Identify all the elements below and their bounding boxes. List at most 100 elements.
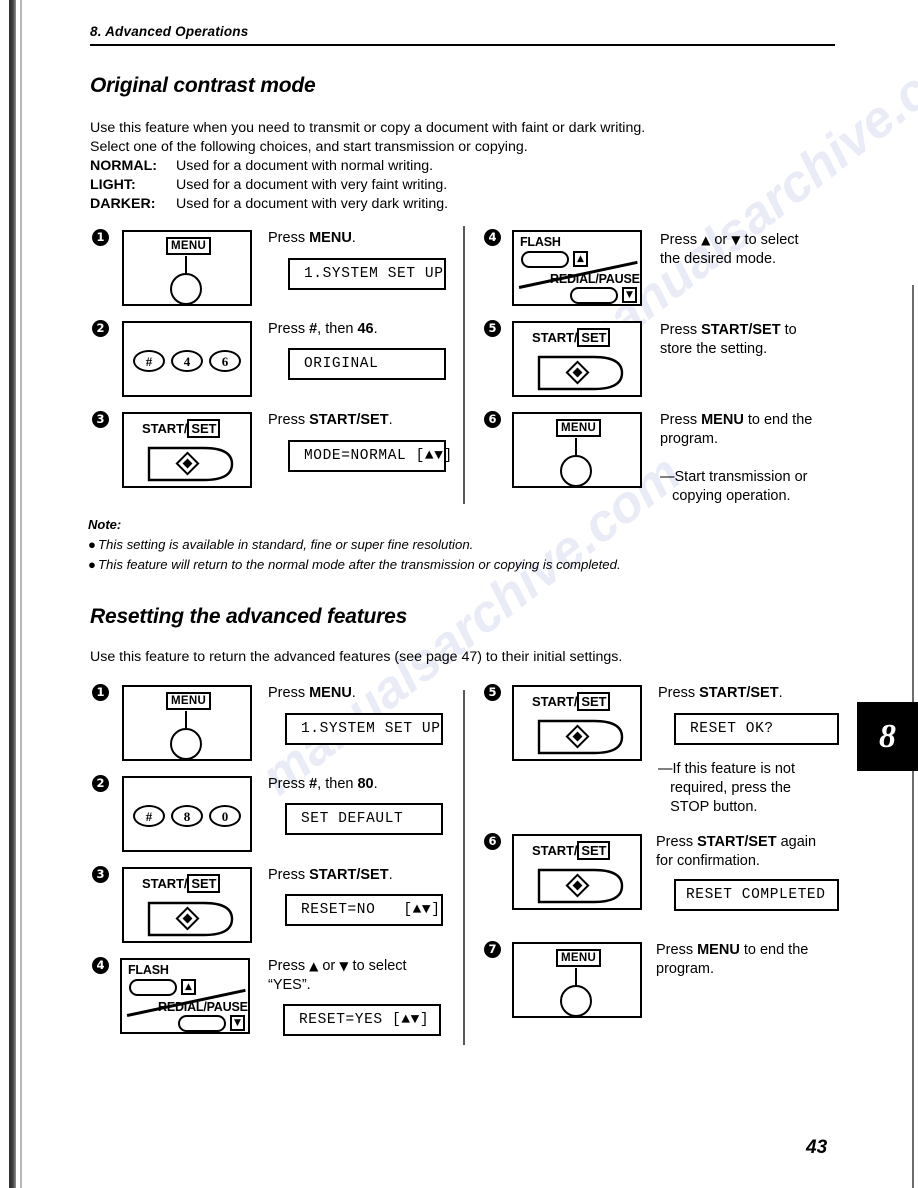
step-instruction: Press ▲ or ▼ to select the desired mode. [660,232,799,267]
device-panel-menu: MENU [512,412,642,488]
keypad-key[interactable]: 8 [171,805,203,827]
step-number: 4 [92,957,109,974]
lcd-display: RESET=NO [▲▼] [285,894,443,926]
startset-button[interactable] [536,354,626,392]
flash-button[interactable] [521,251,569,268]
document-page: manualsarchive.com manualsarchive.com 8.… [0,0,918,1188]
flash-label: FLASH [128,963,169,977]
keypad-key[interactable]: 4 [171,350,203,372]
menu-button[interactable] [170,728,202,760]
device-panel-flash: FLASH ▲ REDIAL/PAUSE ▼ [512,230,642,306]
down-arrow-icon[interactable]: ▼ [230,1015,245,1031]
redial-label: REDIAL/PAUSE [550,272,640,286]
step-instruction: Press START/SET. [268,412,393,428]
redial-button[interactable] [178,1015,226,1032]
menu-stem [185,711,187,728]
column-divider [463,690,465,1045]
startset-label: START/SET [142,419,221,438]
keypad-key-hash[interactable]: # [133,350,165,372]
up-arrow-icon[interactable]: ▲ [573,251,588,267]
menu-button[interactable] [170,273,202,305]
device-panel-keypad: # 4 6 [122,321,252,397]
choice-term: LIGHT: [90,177,136,193]
startset-button[interactable] [146,445,236,483]
device-panel-flash: FLASH ▲ REDIAL/PAUSE ▼ [120,958,250,1034]
lcd-display: RESET OK? [674,713,839,745]
lcd-display: RESET COMPLETED [674,879,839,911]
set-text: SET [577,841,611,860]
start-text: START/ [532,330,578,345]
flash-label: FLASH [520,235,561,249]
running-head: 8. Advanced Operations [90,24,249,39]
bullet-icon: ● [88,557,96,572]
step-instruction: Press MENU. [268,685,356,701]
startset-button[interactable] [536,718,626,756]
step-instruction: Press START/SET. [268,867,393,883]
device-panel-startset: START/SET [512,321,642,397]
flash-button[interactable] [129,979,177,996]
redial-button[interactable] [570,287,618,304]
menu-key-label: MENU [556,949,602,967]
startset-label: START/SET [532,328,611,347]
keypad-key[interactable]: 6 [209,350,241,372]
step-number: 1 [92,684,109,701]
menu-button[interactable] [560,985,592,1017]
scan-edge-left [9,0,16,1188]
step-number: 2 [92,775,109,792]
intro-line: Use this feature to return the advanced … [90,649,623,665]
device-panel-startset: START/SET [122,412,252,488]
step-number: 7 [484,941,501,958]
intro-line: Select one of the following choices, and… [90,139,528,155]
chapter-tab: 8 [857,702,918,771]
step-instruction: Press ▲ or ▼ to select “YES”. [268,958,407,993]
startset-button[interactable] [536,867,626,905]
device-panel-keypad: # 8 0 [122,776,252,852]
startset-button[interactable] [146,900,236,938]
step-instruction: Press #, then 80. [268,776,378,792]
choice-term: DARKER: [90,196,156,212]
menu-key-label: MENU [556,419,602,437]
menu-key-label: MENU [166,692,212,710]
choice-row: LIGHT: Used for a document with very fain… [90,176,447,196]
lcd-display: SET DEFAULT [285,803,443,835]
step-instruction: Press START/SET. [658,685,783,701]
page-number: 43 [806,1137,828,1158]
choice-term: NORMAL: [90,158,157,174]
startset-label: START/SET [532,841,611,860]
menu-button[interactable] [560,455,592,487]
set-text: SET [577,328,611,347]
step-number: 6 [484,833,501,850]
menu-stem [185,256,187,273]
step-number: 3 [92,866,109,883]
header-rule [90,44,835,46]
step-number: 5 [484,320,501,337]
column-divider [463,226,465,504]
up-arrow-icon[interactable]: ▲ [181,979,196,995]
device-panel-menu: MENU [122,230,252,306]
keypad-key[interactable]: 0 [209,805,241,827]
step-instruction: Press START/SET to store the setting. [660,322,797,357]
note-text: This feature will return to the normal m… [98,557,621,572]
note-item: ● This feature will return to the normal … [88,557,621,572]
device-panel-startset: START/SET [512,834,642,910]
lcd-display: MODE=NORMAL [▲▼] [288,440,452,472]
start-text: START/ [532,694,578,709]
note-heading: Note: [88,517,122,532]
step-instruction: Press MENU to end the program. —Start tran… [660,412,813,504]
section-title-reset: Resetting the advanced features [90,605,408,628]
menu-stem [575,438,577,455]
lcd-display: RESET=YES [▲▼] [283,1004,441,1036]
down-arrow-icon[interactable]: ▼ [622,287,637,303]
set-text: SET [187,874,221,893]
step-instruction: Press MENU to end the program. [656,942,809,977]
choice-desc: Used for a document with very dark writi… [176,196,449,212]
note-item: ● This setting is available in standard, … [88,537,473,552]
startset-label: START/SET [532,692,611,711]
step-number: 4 [484,229,501,246]
set-text: SET [187,419,221,438]
device-panel-startset: START/SET [512,685,642,761]
set-text: SET [577,692,611,711]
keypad-key-hash[interactable]: # [133,805,165,827]
intro-line: Use this feature when you need to transm… [90,120,646,136]
device-panel-startset: START/SET [122,867,252,943]
